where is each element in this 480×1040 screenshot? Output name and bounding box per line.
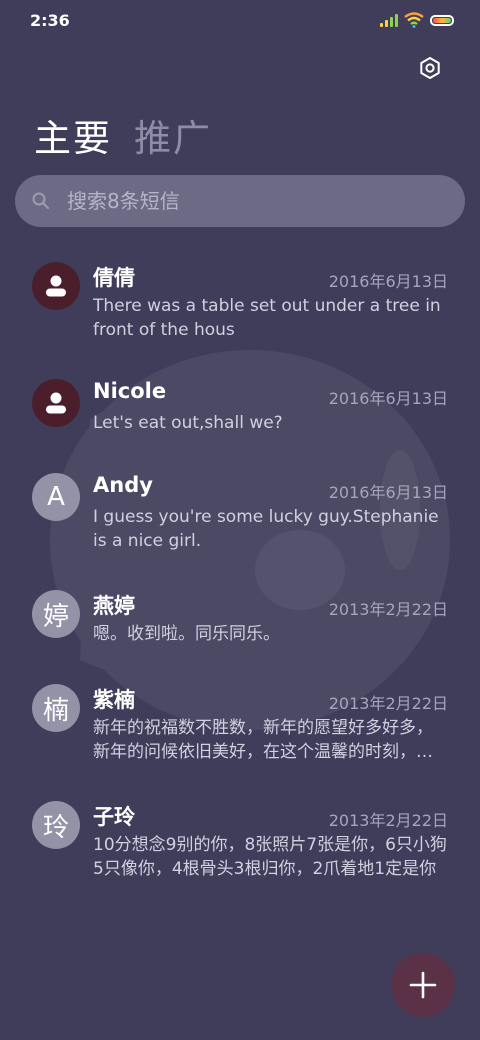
message-snippet: 10分想念9别的你，8张照片7张是你，6只小狗5只像你，4根骨头3根归你，2爪着… <box>93 835 447 879</box>
wifi-icon <box>404 12 424 28</box>
tab-bar: 主要 推广 <box>34 108 212 162</box>
avatar: 婷 <box>32 590 80 638</box>
message-date: 2013年2月22日 <box>328 694 448 713</box>
avatar: 楠 <box>32 684 80 732</box>
message-snippet: 嗯。收到啦。同乐同乐。 <box>93 624 280 644</box>
status-bar: 2:36 <box>0 0 480 40</box>
avatar <box>32 262 80 310</box>
message-date: 2013年2月22日 <box>328 811 448 830</box>
message-date: 2016年6月13日 <box>328 389 448 408</box>
person-icon <box>46 275 66 297</box>
search-icon <box>32 192 49 209</box>
new-message-button[interactable] <box>391 953 455 1017</box>
message-snippet: Let's eat out,shall we? <box>93 413 283 433</box>
message-snippet: There was a table set out under a tree i… <box>93 296 441 340</box>
contact-name: Nicole <box>93 379 167 403</box>
message-date: 2016年6月13日 <box>328 272 448 291</box>
person-icon <box>46 392 66 414</box>
contact-name: 燕婷 <box>93 594 135 618</box>
contact-name: Andy <box>93 473 153 497</box>
message-date: 2016年6月13日 <box>328 483 448 502</box>
message-date: 2013年2月22日 <box>328 600 448 619</box>
gear-icon <box>420 57 440 79</box>
search-input[interactable] <box>65 188 429 214</box>
message-snippet: 新年的祝福数不胜数，新年的愿望好多好多，新年的问候依旧美好，在这个温馨的时刻，祝… <box>93 718 433 762</box>
status-icons <box>380 12 454 28</box>
conversation-item[interactable]: A Andy 2016年6月13日 I guess you're some lu… <box>0 465 480 565</box>
settings-button[interactable] <box>414 52 446 84</box>
avatar: 玲 <box>32 801 80 849</box>
contact-name: 倩倩 <box>93 266 135 290</box>
conversation-item[interactable]: 倩倩 2016年6月13日 There was a table set out … <box>0 254 480 354</box>
conversation-item[interactable]: 玲 子玲 2013年2月22日 10分想念9别的你，8张照片7张是你，6只小狗5… <box>0 793 480 893</box>
avatar: A <box>32 473 80 521</box>
conversation-item[interactable]: 楠 紫楠 2013年2月22日 新年的祝福数不胜数，新年的愿望好多好多，新年的问… <box>0 676 480 776</box>
conversation-item[interactable]: 婷 燕婷 2013年2月22日 嗯。收到啦。同乐同乐。 <box>0 582 480 662</box>
tab-promotions[interactable]: 推广 <box>134 108 212 162</box>
search-bar[interactable] <box>15 175 465 227</box>
signal-icon <box>380 13 398 27</box>
plus-icon <box>409 971 437 999</box>
avatar <box>32 379 80 427</box>
message-snippet: I guess you're some lucky guy.Stephanie … <box>93 507 439 551</box>
contact-name: 紫楠 <box>93 688 135 712</box>
tab-primary[interactable]: 主要 <box>34 108 112 162</box>
battery-icon <box>430 14 454 26</box>
conversation-item[interactable]: Nicole 2016年6月13日 Let's eat out,shall we… <box>0 371 480 451</box>
status-time: 2:36 <box>30 11 70 30</box>
contact-name: 子玲 <box>93 805 135 829</box>
